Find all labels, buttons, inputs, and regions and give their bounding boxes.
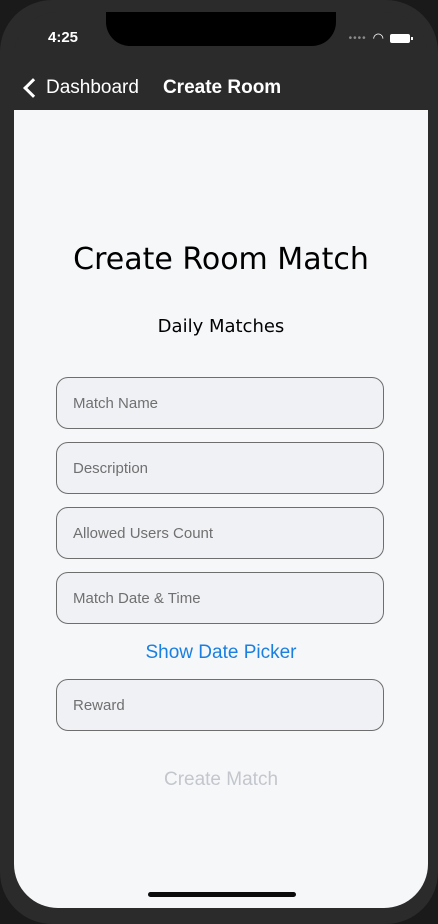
back-label: Dashboard bbox=[46, 77, 139, 98]
battery-icon bbox=[390, 33, 413, 43]
navigation-bar: Dashboard Create Room bbox=[14, 66, 428, 110]
page-subtitle: Daily Matches bbox=[157, 316, 285, 337]
reward-input[interactable] bbox=[56, 679, 384, 731]
signal-icon: •••• bbox=[348, 32, 367, 44]
page-title: Create Room Match bbox=[73, 242, 369, 277]
back-button[interactable]: Dashboard bbox=[22, 77, 139, 99]
show-date-picker-button[interactable]: Show Date Picker bbox=[14, 642, 428, 664]
content-area: Create Room Match Daily Matches Show Dat… bbox=[14, 110, 428, 908]
device-frame: 4:25 •••• ◠ Dashboard Create Room Create… bbox=[0, 0, 438, 924]
description-input[interactable] bbox=[56, 442, 384, 494]
allowed-users-count-input[interactable] bbox=[56, 507, 384, 559]
match-name-input[interactable] bbox=[56, 377, 384, 429]
chevron-left-icon bbox=[23, 78, 43, 98]
status-time: 4:25 bbox=[48, 29, 79, 46]
match-datetime-input[interactable] bbox=[56, 572, 384, 624]
create-match-button[interactable]: Create Match bbox=[14, 769, 428, 791]
wifi-icon: ◠ bbox=[372, 30, 384, 45]
notch bbox=[106, 12, 336, 46]
screen: 4:25 •••• ◠ Dashboard Create Room Create… bbox=[14, 12, 428, 908]
nav-title: Create Room bbox=[162, 77, 282, 98]
status-icons: •••• ◠ bbox=[348, 30, 413, 46]
home-indicator[interactable] bbox=[148, 892, 296, 897]
